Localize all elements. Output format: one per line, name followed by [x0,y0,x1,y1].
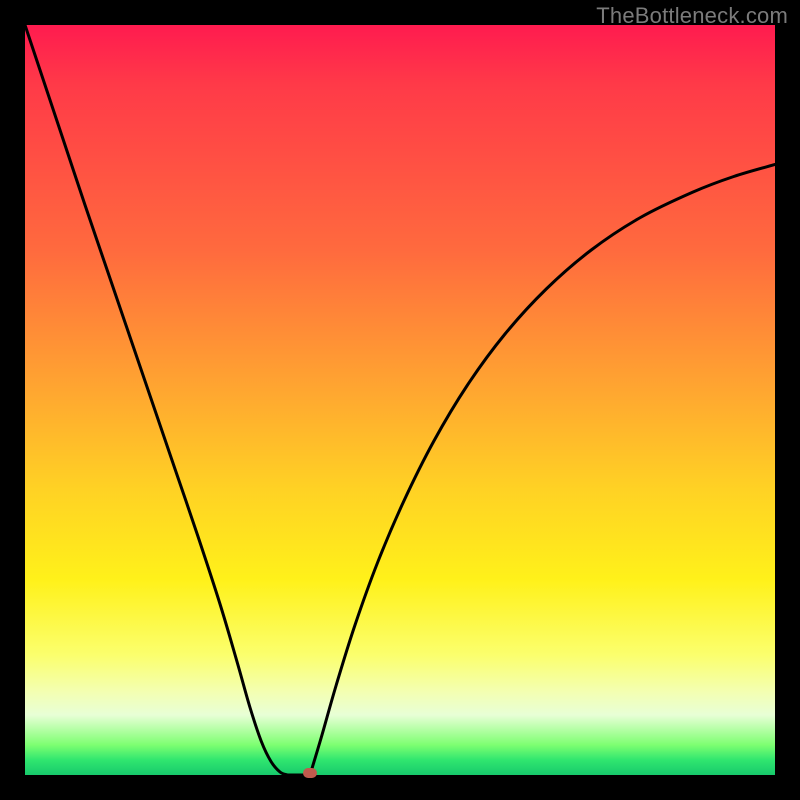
curve-svg [25,25,775,775]
marker-dot [303,768,317,778]
chart-frame: TheBottleneck.com [0,0,800,800]
curve-right-branch [310,165,775,776]
curve-left-branch [25,25,288,775]
plot-area [25,25,775,775]
